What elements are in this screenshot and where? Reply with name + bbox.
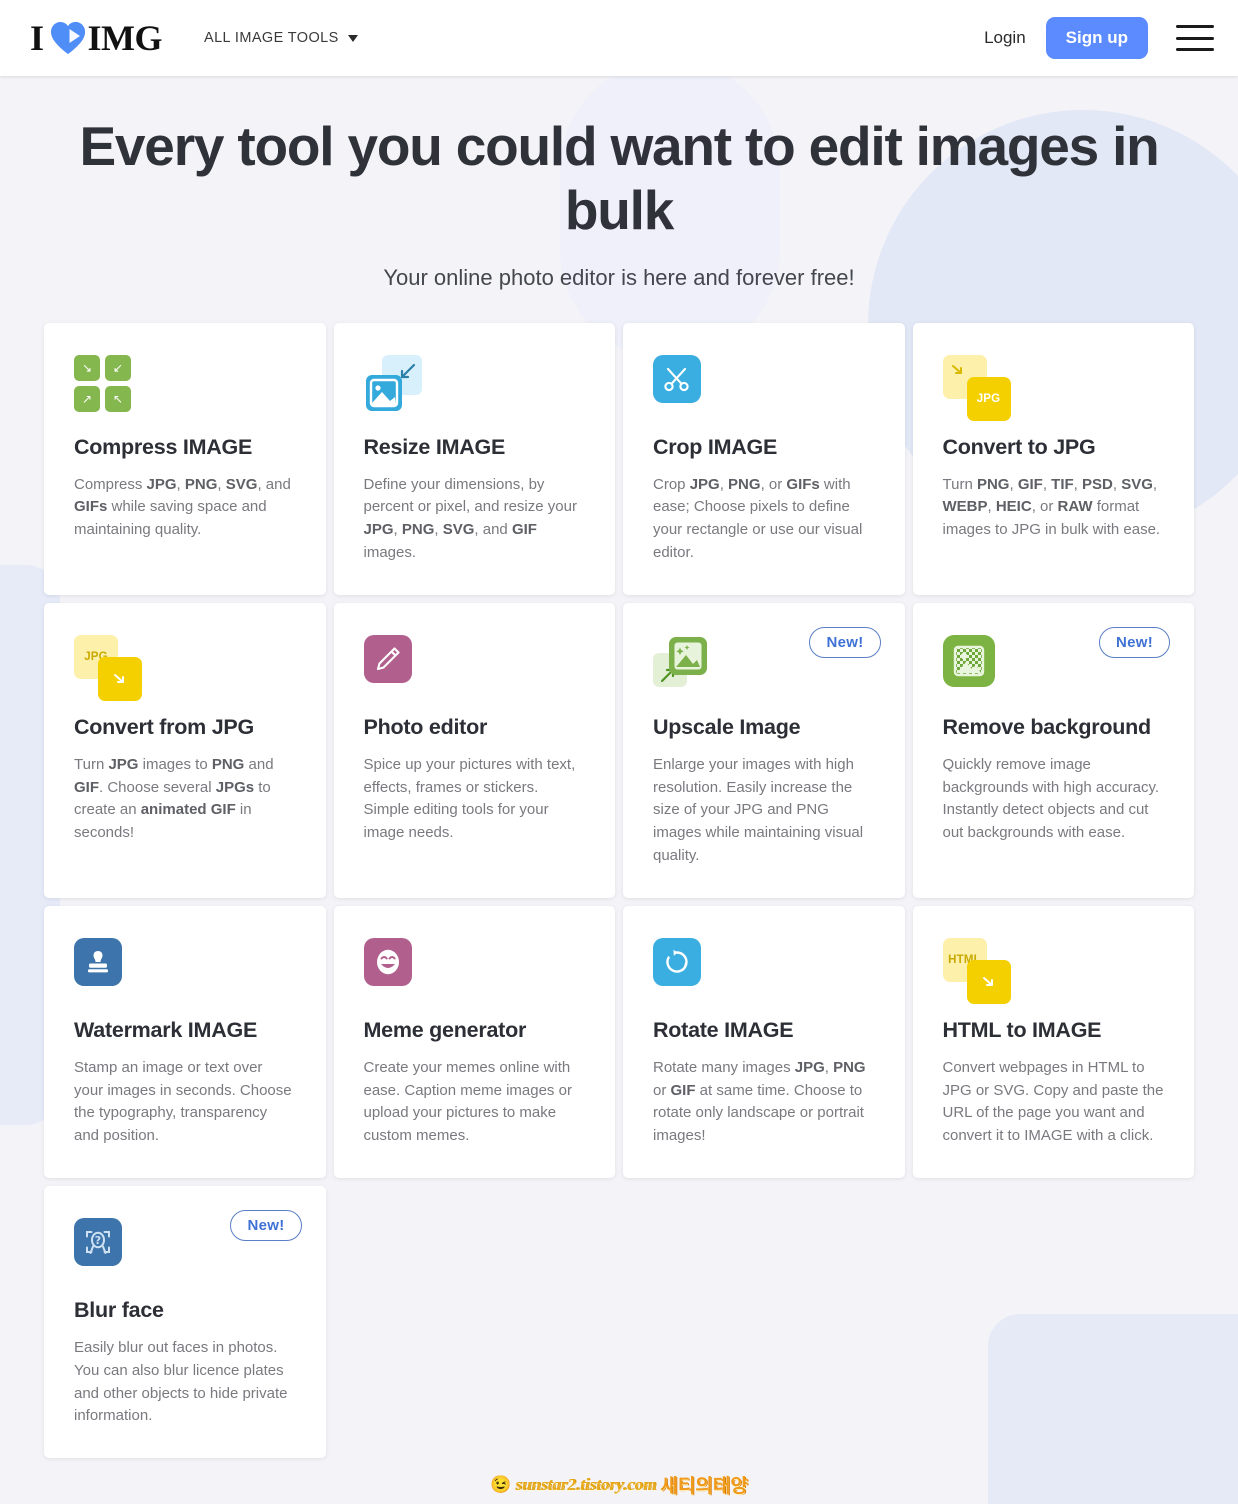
rotate-icon	[653, 937, 701, 986]
tool-description: Easily blur out faces in photos. You can…	[74, 1339, 288, 1425]
convert-from-jpg-icon: JPG	[74, 634, 144, 701]
tool-description: Rotate many images JPG, PNG or GIF at sa…	[653, 1058, 866, 1145]
page-subtitle: Your online photo editor is here and for…	[383, 264, 855, 290]
all-image-tools-label: ALL IMAGE TOOLS	[204, 30, 339, 46]
smiley-face-icon	[363, 937, 412, 986]
svg-text:↖: ↖	[113, 392, 123, 406]
stamp-icon	[74, 937, 122, 986]
tool-icon: ↘ ↙ ↗ ↖	[74, 354, 296, 421]
page-title: Every tool you could want to edit images…	[79, 115, 1159, 242]
tool-card[interactable]: ↘ ↙ ↗ ↖ Compress IMAGE Compress JPG, PNG, SV…	[44, 322, 326, 595]
hamburger-menu-icon[interactable]	[1176, 25, 1214, 51]
tool-description: Turn PNG, GIF, TIF, PSD, SVG, WEBP, HEIC…	[942, 475, 1161, 539]
tool-description: Crop JPG, PNG, or GIFs with ease; Choose…	[653, 475, 863, 562]
tool-icon: JPG	[942, 354, 1165, 421]
watermark-url: sunstar2.tistory.com	[515, 1474, 657, 1494]
tool-card[interactable]: JPG Convert to JPG Turn PNG, GIF, TIF, PS…	[912, 322, 1194, 595]
tool-title: Rotate IMAGE	[653, 1017, 794, 1042]
tool-title: Remove background	[942, 714, 1152, 739]
tool-description: Stamp an image or text over your images …	[74, 1058, 292, 1145]
tool-icon	[942, 634, 1165, 701]
tool-icon: ?	[74, 1218, 296, 1284]
compress-arrows-icon: ↘ ↙ ↗ ↖	[74, 354, 296, 412]
pencil-icon	[363, 634, 412, 683]
tool-description: Define your dimensions, by percent or pi…	[363, 475, 577, 562]
tool-title: Upscale Image	[653, 714, 801, 739]
header-actions: Login Sign up	[984, 17, 1214, 59]
wink-emoji-icon: 😉	[490, 1475, 512, 1494]
heart-icon	[50, 21, 86, 55]
scissors-icon	[653, 354, 701, 403]
convert-to-jpg-icon: JPG	[942, 354, 1013, 421]
all-image-tools-menu[interactable]: ALL IMAGE TOOLS	[204, 30, 358, 46]
tool-icon	[364, 354, 586, 421]
tool-icon: JPG	[74, 634, 296, 701]
tool-title: Watermark IMAGE	[74, 1017, 258, 1042]
tool-description: Enlarge your images with high resolution…	[653, 755, 864, 865]
tool-title: Meme generator	[363, 1017, 527, 1042]
hero-section: Every tool you could want to edit images…	[0, 76, 1238, 291]
tool-title: Photo editor	[363, 714, 488, 739]
watermark-korean-text: 새티의태양	[660, 1475, 748, 1497]
tool-description: Convert webpages in HTML to JPG or SVG. …	[942, 1058, 1164, 1145]
logo-text-img: IMG	[87, 18, 163, 58]
tool-card[interactable]: Photo editor Spice up your pictures with …	[333, 602, 615, 898]
logo-text-i: I	[30, 18, 44, 58]
chevron-down-icon	[347, 34, 358, 42]
tool-icon	[653, 635, 875, 701]
upscale-image-icon	[653, 635, 713, 695]
html-to-image-icon: HTML	[942, 937, 1013, 1004]
signup-button[interactable]: Sign up	[1045, 17, 1148, 59]
site-logo[interactable]: I IMG	[30, 17, 163, 59]
tool-icon	[653, 354, 875, 421]
tool-title: Crop IMAGE	[653, 434, 778, 459]
resize-image-icon	[364, 354, 422, 413]
tool-icon	[74, 937, 296, 1004]
tool-card[interactable]: JPG Convert from JPG Turn JPG images to P…	[44, 602, 326, 898]
site-header: I IMG ALL IMAGE TOOLS Login Sign up	[0, 0, 1238, 76]
tool-card[interactable]: New! Upscale Image Enlarge your images wi…	[623, 602, 905, 898]
tool-title: Convert to JPG	[942, 434, 1096, 459]
tool-icon	[653, 937, 875, 1004]
tool-card[interactable]: Resize IMAGE Define your dimensions, by p…	[333, 322, 615, 595]
tool-icon: HTML	[942, 937, 1165, 1004]
svg-text:↗: ↗	[82, 392, 92, 406]
tool-card[interactable]: Watermark IMAGE Stamp an image or text ov…	[44, 905, 326, 1179]
tool-description: Quickly remove image backgrounds with hi…	[942, 755, 1160, 842]
tool-icon	[363, 634, 586, 701]
svg-text:↘: ↘	[82, 361, 92, 375]
tool-icon	[363, 937, 586, 1004]
tool-description: Turn JPG images to PNG and GIF. Choose s…	[74, 755, 274, 842]
tool-description: Spice up your pictures with text, effect…	[363, 755, 576, 842]
remove-background-icon	[942, 634, 995, 687]
face-detect-blur-icon: ?	[74, 1218, 122, 1267]
tool-card[interactable]: Meme generator Create your memes online w…	[333, 905, 615, 1179]
tool-title: Blur face	[74, 1298, 164, 1323]
tool-grid: ↘ ↙ ↗ ↖ Compress IMAGE Compress JPG, PNG, SV…	[0, 291, 1238, 1459]
login-link[interactable]: Login	[984, 28, 1026, 48]
tool-description: Compress JPG, PNG, SVG, and GIFs while s…	[74, 475, 291, 539]
tool-title: HTML to IMAGE	[942, 1017, 1102, 1042]
tool-card[interactable]: New! ? Blur face Easily blur out faces in…	[44, 1186, 326, 1459]
tool-card[interactable]: Rotate IMAGE Rotate many images JPG, PNG …	[623, 905, 905, 1179]
tool-card[interactable]: Crop IMAGE Crop JPG, PNG, or GIFs with ea…	[623, 322, 905, 595]
svg-text:?: ?	[95, 1234, 101, 1247]
tool-card[interactable]: HTML HTML to IMAGE Convert webpages in HT…	[912, 905, 1194, 1179]
page-watermark: 😉 sunstar2.tistory.com 새티의태양	[0, 1471, 1238, 1498]
svg-text:↙: ↙	[113, 361, 123, 375]
tool-title: Convert from JPG	[74, 714, 254, 739]
tool-title: Resize IMAGE	[363, 434, 506, 459]
tool-card[interactable]: New! Remove background Quickly remove ima…	[912, 602, 1194, 898]
tool-description: Create your memes online with ease. Capt…	[363, 1058, 572, 1145]
tool-title: Compress IMAGE	[74, 434, 253, 459]
